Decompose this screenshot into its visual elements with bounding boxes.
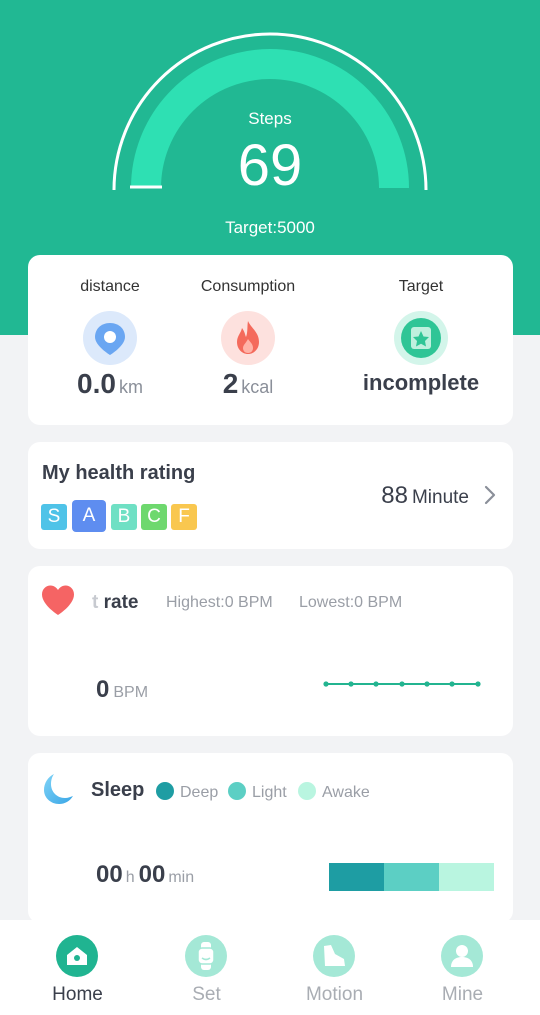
consumption-unit: kcal — [241, 377, 274, 397]
grade-b: B — [111, 504, 137, 530]
moon-icon — [44, 774, 73, 804]
tab-home[interactable]: Home — [10, 920, 145, 1015]
sleep-bar-awake — [439, 863, 494, 891]
sleep-hours-unit: h — [125, 869, 135, 886]
tab-set[interactable]: Set — [139, 920, 274, 1015]
sleep-stage-bar — [329, 863, 494, 891]
rating-minutes-unit: Minute — [411, 487, 469, 508]
legend-light: Light — [228, 782, 287, 802]
grade-c: C — [141, 504, 167, 530]
legend-deep-dot — [156, 782, 174, 800]
heart-rate-highest: Highest:0 BPM — [166, 594, 273, 611]
grade-s: S — [41, 504, 67, 530]
rating-minutes-value: 88 — [381, 482, 408, 509]
sleep-bar-light — [384, 863, 439, 891]
consumption-value: 2 — [222, 368, 239, 399]
health-rating-title: My health rating — [42, 462, 196, 484]
tab-mine[interactable]: Mine — [395, 920, 530, 1015]
grade-a-selected: A — [72, 500, 106, 532]
steps-target: Target:5000 — [225, 218, 315, 237]
heart-rate-title: t rate — [92, 592, 138, 614]
legend-light-label: Light — [252, 784, 287, 801]
legend-awake: Awake — [298, 782, 370, 802]
heart-rate-sparkline — [323, 681, 481, 687]
chevron-right-icon[interactable] — [483, 484, 497, 506]
legend-awake-label: Awake — [322, 784, 370, 801]
health-rating-card[interactable]: My health rating S A B C F 88 Minute — [28, 442, 513, 549]
sleep-hours: 00 — [96, 861, 123, 888]
heart-rate-unit: BPM — [113, 684, 149, 701]
sleep-card[interactable]: Sleep Deep Light Awake 00 h 00 min — [28, 753, 513, 923]
star-badge-icon — [394, 311, 448, 365]
tab-mine-label: Mine — [441, 984, 484, 1005]
sleep-bar-deep — [329, 863, 384, 891]
tab-set-label: Set — [192, 984, 221, 1005]
distance-label: distance — [80, 278, 140, 295]
sleep-minutes-unit: min — [168, 869, 195, 886]
sleep-minutes: 00 — [138, 861, 166, 888]
consumption-label: Consumption — [200, 278, 296, 295]
target-label: Target — [398, 278, 444, 295]
home-icon — [56, 935, 98, 977]
heart-rate-title-faded: t — [92, 592, 99, 613]
heart-icon — [42, 585, 74, 615]
grade-f: F — [171, 504, 197, 530]
heart-rate-card[interactable]: t rate Highest:0 BPM Lowest:0 BPM 0 BPM — [28, 566, 513, 736]
location-pin-icon — [83, 311, 137, 365]
legend-awake-dot — [298, 782, 316, 800]
watch-icon — [185, 935, 227, 977]
steps-label: Steps — [248, 109, 292, 128]
distance-unit: km — [118, 377, 143, 397]
flame-icon — [221, 311, 275, 365]
heart-rate-title-text: rate — [103, 592, 139, 613]
tab-motion-label: Motion — [305, 984, 364, 1005]
target-status: incomplete — [362, 370, 480, 395]
heart-rate-value: 0 — [96, 676, 110, 703]
tab-home-label: Home — [52, 984, 103, 1005]
activity-stats-card: distance 0.0 km Consumption 2 kcal Target — [28, 255, 513, 425]
legend-deep: Deep — [156, 782, 218, 802]
shoe-icon — [313, 935, 355, 977]
distance-value: 0.0 — [77, 368, 116, 399]
heart-rate-lowest: Lowest:0 BPM — [299, 594, 403, 611]
sleep-title: Sleep — [91, 779, 145, 801]
tab-motion[interactable]: Motion — [267, 920, 402, 1015]
legend-light-dot — [228, 782, 246, 800]
person-icon — [441, 935, 483, 977]
bottom-tab-bar: Home Set Motion Mine — [0, 920, 540, 1015]
legend-deep-label: Deep — [180, 784, 219, 801]
steps-count: 69 — [237, 133, 303, 198]
